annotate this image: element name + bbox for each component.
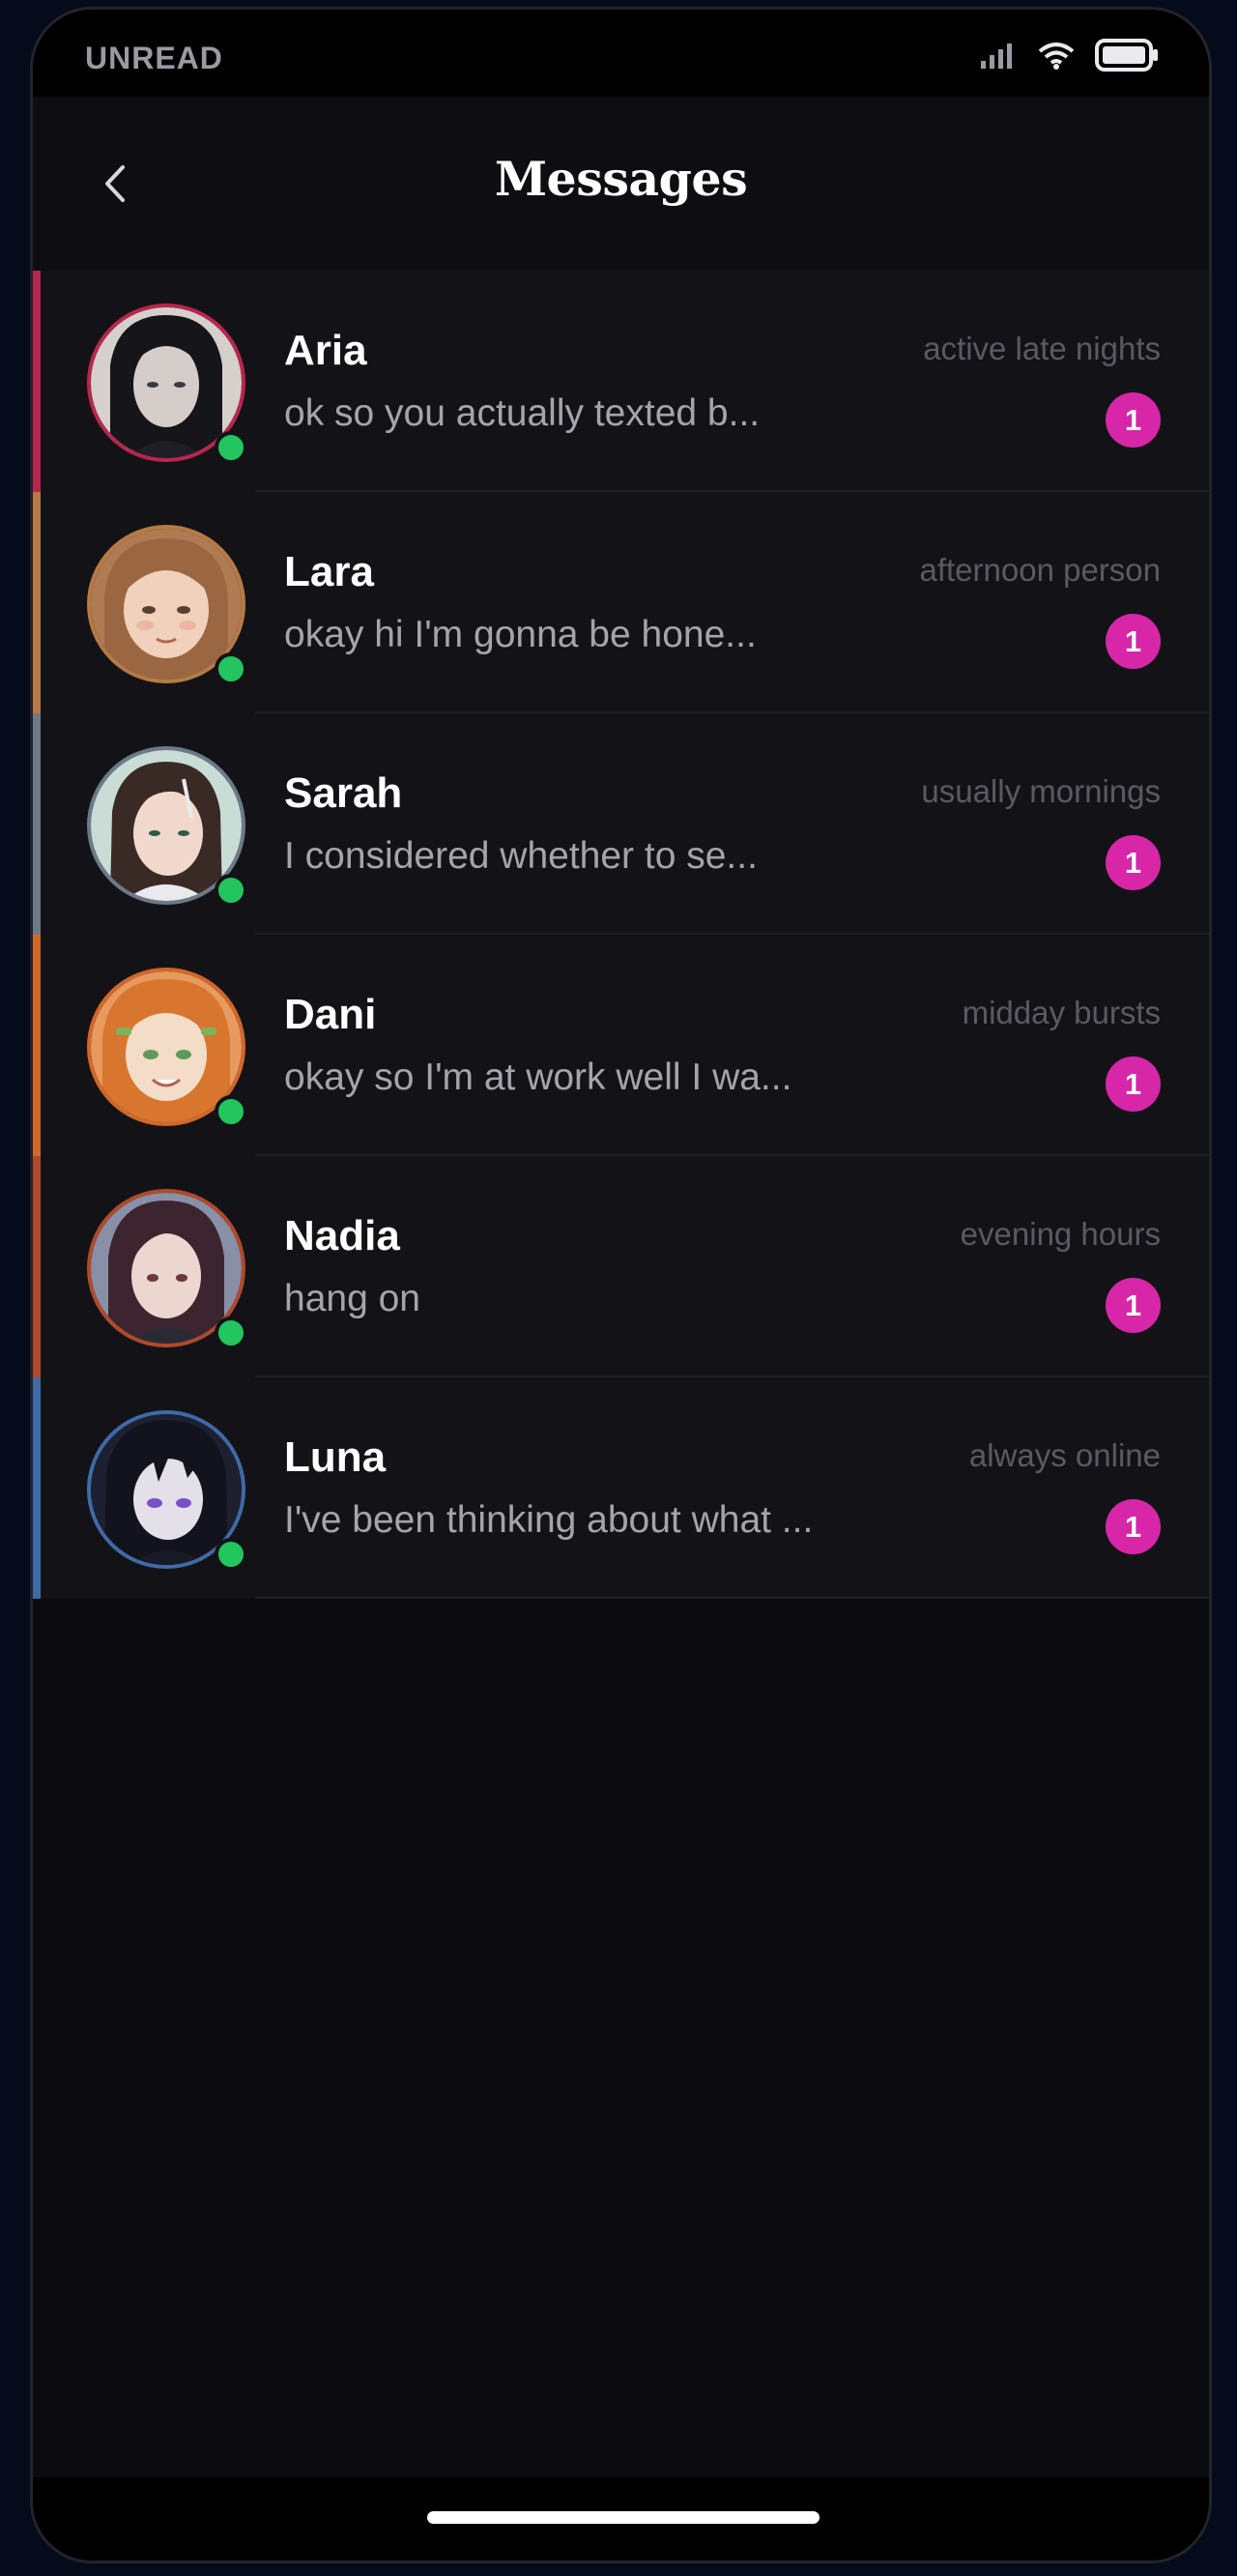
conversation-row[interactable]: Nadia hang on evening hours 1 xyxy=(33,1156,1209,1377)
avatar-container xyxy=(87,304,247,464)
conversation-row[interactable]: Aria ok so you actually texted b... acti… xyxy=(33,271,1209,492)
avatar-container xyxy=(87,1189,247,1349)
contact-name: Luna xyxy=(284,1433,387,1481)
activity-status: midday bursts xyxy=(962,995,1161,1030)
row-accent xyxy=(33,1156,41,1377)
contact-name: Dani xyxy=(284,991,377,1038)
battery-icon xyxy=(1095,39,1158,72)
activity-status: evening hours xyxy=(960,1216,1161,1252)
avatar-container xyxy=(87,968,247,1128)
row-accent xyxy=(33,935,41,1156)
message-preview: I've been thinking about what ... xyxy=(284,1499,814,1541)
activity-status: usually mornings xyxy=(921,773,1161,809)
online-status-dot xyxy=(215,652,247,685)
online-status-dot xyxy=(215,431,247,464)
online-status-dot xyxy=(215,1317,247,1349)
online-status-dot xyxy=(215,1095,247,1128)
wifi-icon xyxy=(1038,43,1075,70)
message-preview: hang on xyxy=(284,1278,420,1319)
unread-badge: 1 xyxy=(1106,1278,1161,1333)
status-carrier-text: UNREAD xyxy=(85,41,223,75)
unread-badge: 1 xyxy=(1106,392,1161,448)
activity-status: active late nights xyxy=(923,331,1161,366)
signal-icon xyxy=(981,43,1012,69)
conversation-row[interactable]: Dani okay so I'm at work well I wa... mi… xyxy=(33,935,1209,1156)
contact-name: Sarah xyxy=(284,769,403,817)
unread-badge: 1 xyxy=(1106,1056,1161,1112)
unread-badge: 1 xyxy=(1106,614,1161,669)
contact-name: Aria xyxy=(284,327,367,374)
row-accent xyxy=(33,1377,41,1599)
row-accent xyxy=(33,492,41,713)
conversation-row[interactable]: Lara okay hi I'm gonna be hone... aftern… xyxy=(33,492,1209,713)
status-icons xyxy=(979,39,1159,72)
activity-status: afternoon person xyxy=(919,552,1161,588)
page-title: Messages xyxy=(494,151,748,207)
conversation-row[interactable]: Sarah I considered whether to se... usua… xyxy=(33,713,1209,935)
avatar-container xyxy=(87,525,247,685)
conversation-row[interactable]: Luna I've been thinking about what ... a… xyxy=(33,1377,1209,1599)
status-bar: UNREAD xyxy=(33,10,1209,97)
avatar-container xyxy=(87,1410,247,1571)
unread-badge: 1 xyxy=(1106,1499,1161,1554)
home-indicator[interactable] xyxy=(427,2511,820,2524)
message-preview: okay hi I'm gonna be hone... xyxy=(284,614,757,655)
phone-frame: UNREAD Messages Aria ok so you actually … xyxy=(30,7,1212,2563)
message-preview: I considered whether to se... xyxy=(284,835,758,877)
message-preview: okay so I'm at work well I wa... xyxy=(284,1056,792,1098)
online-status-dot xyxy=(215,874,247,907)
message-preview: ok so you actually texted b... xyxy=(284,392,761,434)
contact-name: Nadia xyxy=(284,1212,400,1259)
row-accent xyxy=(33,271,41,492)
unread-badge: 1 xyxy=(1106,835,1161,890)
avatar-container xyxy=(87,746,247,907)
header: Messages xyxy=(33,97,1209,271)
contact-name: Lara xyxy=(284,548,374,595)
home-bar-area xyxy=(33,2477,1209,2561)
divider xyxy=(255,1597,1209,1599)
row-accent xyxy=(33,713,41,935)
conversation-list: Aria ok so you actually texted b... acti… xyxy=(33,271,1209,1599)
online-status-dot xyxy=(215,1538,247,1571)
activity-status: always online xyxy=(968,1437,1161,1473)
